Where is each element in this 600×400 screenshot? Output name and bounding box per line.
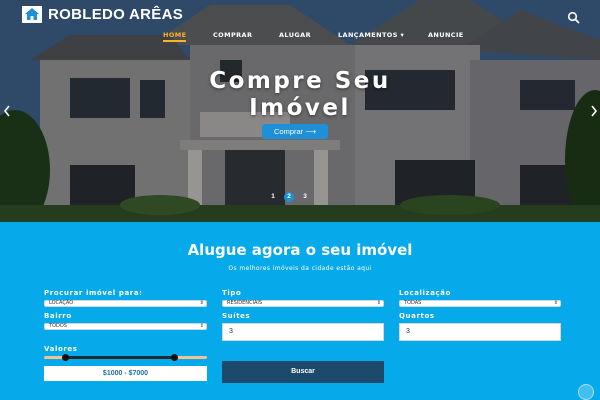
select-caret-icon: ⇕ bbox=[553, 300, 558, 306]
search-icon[interactable] bbox=[567, 11, 581, 25]
type-label: Tipo bbox=[222, 289, 242, 297]
rooms-input[interactable]: 3 bbox=[399, 323, 561, 341]
search-section-title: Alugue agora o seu imóvel bbox=[187, 241, 413, 259]
district-select[interactable]: TODOS ⇕ bbox=[44, 323, 207, 330]
home-icon bbox=[22, 5, 42, 23]
price-label: Valores bbox=[44, 345, 78, 353]
select-caret-icon: ⇕ bbox=[376, 300, 381, 306]
hero-title-line1: Compre Seu bbox=[209, 68, 391, 94]
hero-title: Compre Seu Imóvel bbox=[100, 68, 500, 122]
slide-dot-1[interactable]: 1 bbox=[268, 192, 278, 202]
comprar-button[interactable]: Comprar ⟶ bbox=[262, 124, 328, 139]
scroll-to-top-button[interactable] bbox=[578, 384, 594, 400]
select-caret-icon: ⇕ bbox=[199, 300, 204, 306]
slider-pagination: 1 2 3 bbox=[268, 192, 310, 202]
district-value: TODOS bbox=[49, 323, 67, 329]
brand-logo[interactable]: ROBLEDO ARÊAS bbox=[22, 5, 183, 23]
search-section-subtitle: Os melhores imóveis da cidade estão aqui bbox=[228, 265, 372, 272]
location-value: TODAS bbox=[404, 300, 422, 306]
purpose-select[interactable]: LOCAÇÃO ⇕ bbox=[44, 300, 207, 307]
chevron-right-icon[interactable] bbox=[590, 105, 598, 117]
price-max-handle[interactable] bbox=[171, 354, 178, 361]
type-value: RESIDENCIAIS bbox=[227, 300, 263, 306]
slide-dot-3[interactable]: 3 bbox=[300, 192, 310, 202]
buscar-button[interactable]: Buscar bbox=[222, 361, 384, 383]
nav-item-alugar[interactable]: ALUGAR bbox=[279, 31, 311, 39]
hero-title-line2: Imóvel bbox=[249, 95, 351, 121]
price-slider-range bbox=[66, 356, 174, 359]
suites-input[interactable]: 3 bbox=[222, 323, 384, 341]
active-nav-indicator bbox=[163, 40, 186, 42]
nav-item-anuncie[interactable]: ANUNCIE bbox=[428, 31, 464, 39]
select-caret-icon: ⇕ bbox=[199, 323, 204, 329]
nav-item-home[interactable]: HOME bbox=[163, 31, 186, 39]
location-label: Localização bbox=[399, 289, 452, 297]
purpose-label: Procurar imóvel para: bbox=[44, 289, 143, 297]
price-min-handle[interactable] bbox=[62, 354, 69, 361]
slide-dot-2[interactable]: 2 bbox=[284, 192, 294, 202]
district-label: Bairro bbox=[44, 312, 72, 320]
purpose-value: LOCAÇÃO bbox=[49, 300, 74, 306]
type-select[interactable]: RESIDENCIAIS ⇕ bbox=[222, 300, 384, 307]
rooms-label: Quartos bbox=[399, 312, 435, 320]
chevron-left-icon[interactable] bbox=[3, 105, 11, 117]
brand-name: ROBLEDO ARÊAS bbox=[48, 5, 184, 23]
nav-item-lancamentos[interactable]: LANÇAMENTOS ▾ bbox=[338, 31, 404, 39]
price-range-display: $1000 - $7000 bbox=[44, 366, 207, 381]
location-select[interactable]: TODAS ⇕ bbox=[399, 300, 561, 307]
suites-label: Suítes bbox=[222, 312, 251, 320]
nav-item-comprar[interactable]: COMPRAR bbox=[213, 31, 252, 39]
